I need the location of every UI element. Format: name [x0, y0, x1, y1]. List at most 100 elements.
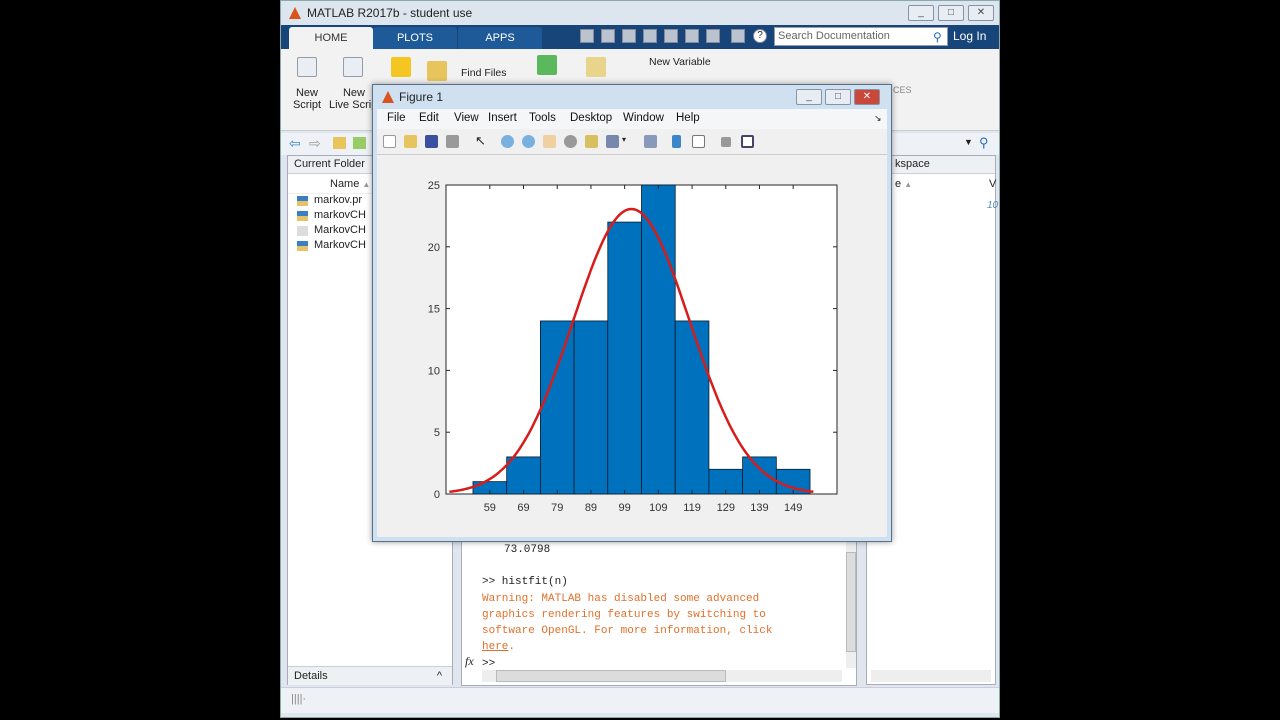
dropdown-icon[interactable]: ▼ [964, 137, 973, 147]
new-script-button[interactable]: New Script [289, 87, 325, 111]
y-tick-label: 25 [428, 180, 440, 192]
horizontal-scrollbar[interactable] [871, 670, 991, 682]
dock-icon[interactable]: ↘ [874, 113, 882, 124]
warning-line: graphics rendering features by switching… [482, 608, 766, 621]
hide-plot-tools-icon[interactable] [721, 137, 731, 147]
figure-canvas: 59 69 79 89 99 109 119 129 139 149 0 5 10 15 20 25 [377, 155, 887, 537]
figure-minimize-button[interactable]: _ [796, 89, 822, 105]
new-live-script-icon [343, 57, 363, 77]
title-bar: MATLAB R2017b - student use _ □ ✕ [281, 1, 999, 25]
histogram-bar [573, 320, 609, 495]
link-plot-icon[interactable] [644, 135, 657, 148]
help-icon[interactable]: ? [753, 29, 767, 43]
save-figure-icon[interactable] [425, 135, 438, 148]
vertical-scrollbar[interactable] [846, 542, 856, 668]
file-name: MarkovCH [314, 224, 366, 236]
menu-help[interactable]: Help [676, 112, 700, 124]
quick-access-icon[interactable] [580, 29, 594, 43]
label: New [295, 87, 318, 99]
menu-edit[interactable]: Edit [419, 112, 439, 124]
find-files-button[interactable]: Find Files [461, 67, 507, 79]
y-tick-label: 5 [434, 427, 440, 439]
forward-icon[interactable]: ⇨ [309, 135, 321, 152]
scroll-thumb[interactable] [496, 670, 726, 682]
function-browser-icon[interactable]: fx [465, 654, 474, 669]
command-line: >> histfit(n) [482, 576, 568, 589]
back-icon[interactable]: ⇦ [289, 135, 301, 152]
figure-close-button[interactable]: ✕ [854, 89, 880, 105]
menu-window[interactable]: Window [623, 112, 664, 124]
script-file-icon [297, 226, 308, 236]
variable-value: 10 [987, 200, 999, 211]
menu-view[interactable]: View [454, 112, 479, 124]
import-data-icon[interactable] [537, 55, 557, 75]
menu-insert[interactable]: Insert [488, 112, 517, 124]
zoom-out-icon[interactable] [522, 135, 535, 148]
show-plot-tools-icon[interactable] [741, 135, 754, 148]
tab-home[interactable]: HOME [289, 27, 373, 49]
close-button[interactable]: ✕ [968, 5, 994, 21]
x-tick-label: 79 [551, 502, 563, 514]
chevron-up-icon[interactable]: ^ [437, 670, 442, 682]
data-cursor-icon[interactable] [585, 135, 598, 148]
status-bar: ||||· [281, 687, 999, 713]
resources-section-label: CES [893, 85, 912, 95]
menu-file[interactable]: File [387, 112, 406, 124]
switch-windows-icon[interactable] [731, 29, 745, 43]
scroll-thumb[interactable] [846, 552, 856, 652]
command-window[interactable]: 73.0798 >> histfit(n) Warning: MATLAB ha… [461, 541, 857, 686]
x-tick-label: 119 [683, 502, 701, 514]
matlab-logo-icon [289, 7, 301, 19]
save-icon[interactable] [601, 29, 615, 43]
search-icon[interactable]: ⚲ [979, 135, 989, 151]
histogram-bar [539, 320, 575, 495]
paste-icon[interactable] [664, 29, 678, 43]
tab-plots[interactable]: PLOTS [373, 27, 457, 49]
legend-icon[interactable] [692, 135, 705, 148]
horizontal-scrollbar[interactable] [482, 670, 842, 682]
maximize-button[interactable]: □ [938, 5, 964, 21]
open-file-icon[interactable] [404, 135, 417, 148]
tab-apps[interactable]: APPS [458, 27, 542, 49]
minimize-button[interactable]: _ [908, 5, 934, 21]
search-documentation-input[interactable]: Search Documentation [774, 27, 948, 46]
menu-tools[interactable]: Tools [529, 112, 556, 124]
output-value: 73.0798 [504, 544, 551, 556]
new-figure-icon[interactable] [383, 135, 396, 148]
layout-grip-icon[interactable]: ||||· [291, 693, 306, 705]
colorbar-icon[interactable] [672, 135, 681, 148]
more-info-link[interactable]: here [482, 641, 508, 653]
menu-desktop[interactable]: Desktop [570, 112, 612, 124]
print-icon[interactable] [446, 135, 459, 148]
open-folder-icon[interactable] [427, 61, 447, 81]
file-name: markovCH [314, 209, 366, 221]
pointer-icon[interactable]: ↖ [475, 133, 486, 149]
x-tick-label: 89 [585, 502, 597, 514]
x-tick-label: 59 [484, 502, 496, 514]
zoom-in-icon[interactable] [501, 135, 514, 148]
new-variable-button[interactable]: New Variable [649, 56, 711, 68]
new-icon[interactable] [391, 57, 411, 77]
details-panel-header[interactable]: Details ^ [288, 666, 452, 685]
search-icon[interactable]: ⚲ [933, 30, 942, 44]
rotate-3d-icon[interactable] [564, 135, 577, 148]
login-button[interactable]: Log In [953, 29, 986, 43]
copy-icon[interactable] [643, 29, 657, 43]
figure-menu-bar: File Edit View Insert Tools Desktop Wind… [377, 109, 887, 129]
up-folder-icon[interactable] [333, 137, 346, 149]
undo-icon[interactable] [685, 29, 699, 43]
pan-icon[interactable] [543, 135, 556, 148]
brush-icon[interactable] [606, 135, 619, 148]
browse-folder-icon[interactable] [353, 137, 366, 149]
redo-icon[interactable] [706, 29, 720, 43]
brush-dropdown-icon[interactable]: ▾ [622, 135, 626, 144]
details-label: Details [294, 670, 328, 682]
file-icon [297, 196, 308, 206]
cut-icon[interactable] [622, 29, 636, 43]
save-workspace-icon[interactable] [586, 57, 606, 77]
histogram-bar [742, 456, 777, 495]
y-tick-label: 20 [428, 242, 440, 254]
figure-maximize-button[interactable]: □ [825, 89, 851, 105]
y-tick-label: 0 [434, 489, 440, 501]
